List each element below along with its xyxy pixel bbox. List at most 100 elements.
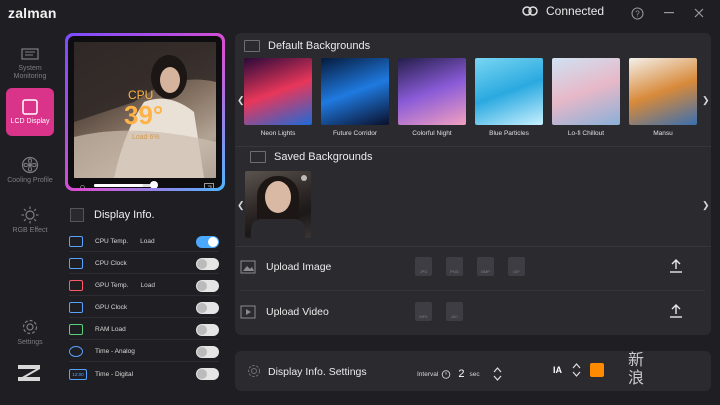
images-icon	[244, 40, 260, 52]
list-item-label: Time - Analog	[95, 348, 135, 355]
upload-image-icon[interactable]	[669, 259, 683, 273]
connection-status[interactable]: Connected	[522, 4, 604, 18]
list-item-label: GPU Temp.	[95, 282, 129, 289]
background-thumbnail[interactable]: Neon Lights	[244, 58, 312, 140]
default-backgrounds-header: Default Backgrounds	[244, 40, 370, 52]
chevron-left-icon[interactable]: ❮	[237, 200, 245, 211]
fan-icon	[21, 156, 39, 173]
sidebar-item-lcd-display[interactable]: LCD Display	[6, 88, 54, 136]
default-backgrounds-title: Default Backgrounds	[268, 40, 371, 52]
brightness-slider-handle[interactable]	[150, 181, 158, 188]
toggle-cpu-clock[interactable]	[196, 258, 219, 270]
help-icon[interactable]: ?	[628, 4, 646, 22]
sun-icon	[21, 206, 39, 223]
upload-video-row: Upload Video MP4 AVI	[240, 295, 705, 329]
interval-value[interactable]: 2	[458, 368, 464, 380]
saved-backgrounds-header: Saved Backgrounds	[250, 151, 372, 163]
font-color-swatch[interactable]	[590, 363, 604, 377]
display-info-title: Display Info.	[94, 209, 155, 221]
toggle-gpu-temp[interactable]	[196, 280, 219, 292]
sidebar-item-label: Settings	[17, 338, 43, 346]
gpu-clock-icon	[69, 302, 83, 313]
list-item: Time - Analog	[69, 342, 219, 362]
gpu-temp-icon	[69, 280, 83, 291]
sidebar-item-settings[interactable]: Settings	[6, 308, 54, 356]
background-thumbnail[interactable]: Blue Particles	[475, 58, 543, 140]
list-item-label: CPU Clock	[95, 260, 127, 267]
sidebar-item-cooling-profile[interactable]: Cooling Profile	[6, 146, 54, 194]
interval-control: Interval 2 sec	[417, 367, 502, 381]
list-item-extra: Load	[140, 282, 155, 289]
saved-background-select-dot[interactable]	[301, 175, 307, 181]
chevron-down-icon[interactable]	[572, 371, 581, 377]
close-icon[interactable]	[690, 4, 708, 22]
link-icon	[522, 6, 538, 16]
sina-watermark: 新浪	[628, 352, 646, 387]
font-size-stepper[interactable]	[572, 363, 581, 377]
cpu-clock-icon	[69, 258, 83, 269]
display-info-settings-title: Display Info. Settings	[268, 366, 367, 378]
background-thumbnail-label: Lo-fi Chillout	[567, 130, 605, 137]
brightness-slider[interactable]	[94, 184, 154, 187]
list-item: 12:00 Time - Digital	[69, 364, 219, 384]
divider	[235, 146, 711, 147]
sidebar-item-system-monitoring[interactable]: System Monitoring	[6, 40, 54, 88]
chevron-up-icon[interactable]	[572, 363, 581, 369]
list-item-label: CPU Temp.	[95, 238, 129, 245]
saved-background-thumbnail[interactable]	[245, 171, 311, 238]
gif-format-icon: GIF	[508, 257, 525, 276]
video-icon	[240, 305, 256, 319]
display-info-header: Display Info.	[70, 208, 155, 222]
upload-image-label: Upload Image	[266, 261, 332, 273]
brightness-icon	[78, 179, 87, 188]
saved-backgrounds-title: Saved Backgrounds	[274, 151, 373, 163]
mp4-format-icon: MP4	[415, 302, 432, 321]
divider	[235, 246, 711, 247]
background-thumbnail-label: Future Corridor	[332, 130, 378, 137]
sidebar-item-label: Cooling Profile	[7, 176, 53, 184]
sidebar-item-label: RGB Effect	[12, 226, 48, 234]
background-thumbnail[interactable]: Colorful Night	[398, 58, 466, 140]
app-window: zalman Connected ? System Monitoring LCD…	[0, 0, 720, 405]
lcd-preview: CPU 39° Load 6%	[65, 33, 225, 191]
chevron-down-icon[interactable]	[493, 375, 502, 381]
list-item: GPU Temp. Load	[69, 276, 219, 296]
brightness-slider-fill	[94, 184, 144, 187]
upload-image-row: Upload Image JPG PNG BMP GIF	[240, 250, 705, 284]
list-item: CPU Clock	[69, 254, 219, 274]
interval-stepper[interactable]	[493, 367, 502, 381]
divider	[240, 290, 705, 291]
chevron-right-icon[interactable]: ❯	[702, 95, 710, 106]
gear-icon	[22, 319, 38, 334]
chevron-right-icon[interactable]: ❯	[702, 200, 710, 211]
display-info-checkbox[interactable]	[70, 208, 84, 222]
background-thumbnail[interactable]: Lo-fi Chillout	[552, 58, 620, 140]
list-item: RAM Load	[69, 320, 219, 340]
toggle-cpu-temp[interactable]	[196, 236, 219, 248]
timer-icon	[442, 370, 451, 379]
fullscreen-icon[interactable]	[204, 179, 214, 188]
preview-cpu-temp: 39°	[124, 100, 164, 130]
bmp-format-icon: BMP	[477, 257, 494, 276]
zalman-z-icon	[16, 363, 42, 388]
upload-video-icon[interactable]	[669, 304, 683, 318]
square-icon	[22, 98, 38, 115]
toggle-ram-load[interactable]	[196, 324, 219, 336]
toggle-gpu-clock[interactable]	[196, 302, 219, 314]
toggle-time-analog[interactable]	[196, 346, 219, 358]
background-thumbnail[interactable]: Mansu	[629, 58, 697, 140]
list-item-label: GPU Clock	[95, 304, 128, 311]
background-thumbnail[interactable]: Future Corridor	[321, 58, 389, 140]
png-format-icon: PNG	[446, 257, 463, 276]
background-thumbnail-image	[398, 58, 466, 125]
sidebar-item-rgb-effect[interactable]: RGB Effect	[6, 196, 54, 244]
toggle-time-digital[interactable]	[196, 368, 219, 380]
interval-label: Interval	[417, 370, 439, 378]
chevron-up-icon[interactable]	[493, 367, 502, 373]
sidebar: System Monitoring LCD Display Cooling Pr…	[0, 30, 60, 405]
image-icon	[240, 260, 256, 274]
minimize-icon[interactable]	[660, 4, 678, 22]
images-icon	[250, 151, 266, 163]
background-thumbnail-label: Mansu	[653, 130, 673, 137]
background-thumbnail-label: Blue Particles	[489, 130, 529, 137]
